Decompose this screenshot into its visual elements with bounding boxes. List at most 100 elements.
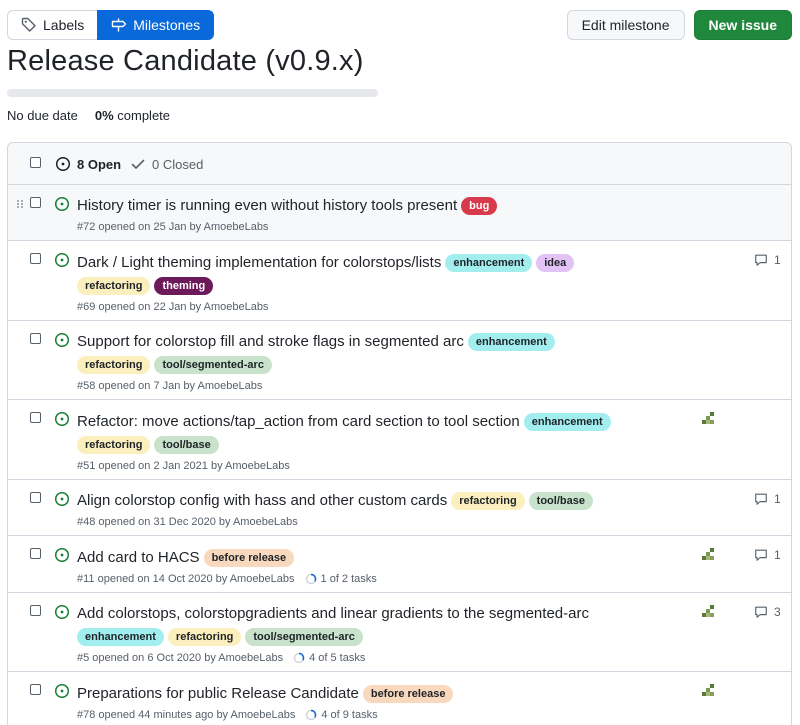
issue-checkbox[interactable] [30, 412, 41, 424]
labels-tab[interactable]: Labels [7, 10, 98, 40]
issue-title-link[interactable]: Support for colorstop fill and stroke fl… [77, 333, 464, 350]
milestones-tab[interactable]: Milestones [97, 10, 215, 40]
issue-title-line: History timer is running even without hi… [77, 194, 632, 217]
issue-meta: #58 opened on 7 Jan by AmoebeLabs [77, 380, 632, 392]
issue-label[interactable]: refactoring [77, 356, 151, 375]
issue-open-icon [54, 604, 70, 619]
issue-checkbox[interactable] [30, 332, 41, 344]
issue-row[interactable]: Dark / Light theming implementation for … [8, 241, 791, 321]
top-bar: Labels Milestones Edit milestone New iss… [7, 10, 792, 40]
issue-content: Refactor: move actions/tap_action from c… [77, 400, 632, 479]
assignee-avatar[interactable] [698, 683, 718, 699]
issue-label[interactable]: tool/segmented-arc [154, 356, 272, 375]
issue-label[interactable]: enhancement [467, 333, 555, 352]
new-issue-button[interactable]: New issue [693, 10, 792, 40]
labels-tab-label: Labels [43, 17, 85, 33]
task-progress-icon [306, 709, 317, 720]
issue-label[interactable]: refactoring [77, 436, 151, 455]
select-all-checkbox[interactable] [30, 157, 41, 168]
issue-content: Dark / Light theming implementation for … [77, 241, 632, 320]
comment-count[interactable]: 1 [754, 253, 781, 267]
issue-title-line: Preparations for public Release Candidat… [77, 681, 632, 704]
issue-row[interactable]: Support for colorstop fill and stroke fl… [8, 321, 791, 401]
issues-list: 8 Open 0 Closed History timer is running… [7, 142, 792, 725]
issue-open-icon [54, 332, 70, 347]
task-progress-text: 4 of 5 tasks [309, 652, 366, 665]
closed-issues-filter[interactable]: 0 Closed [130, 156, 203, 172]
assignee-avatar[interactable] [698, 547, 718, 563]
assignee-avatar[interactable] [698, 411, 718, 427]
task-progress: 4 of 5 tasks [293, 652, 365, 664]
issue-label[interactable]: tool/base [154, 436, 219, 455]
milestone-actions: Edit milestone New issue [566, 10, 792, 40]
issue-label[interactable]: tool/segmented-arc [245, 628, 363, 647]
issue-label[interactable]: tool/base [528, 492, 593, 511]
issue-label[interactable]: refactoring [167, 628, 242, 647]
task-progress-text: 1 of 2 tasks [320, 572, 377, 585]
issue-title-link[interactable]: Add card to HACS [77, 549, 200, 566]
issue-title-link[interactable]: Dark / Light theming implementation for … [77, 254, 441, 271]
issue-content: Preparations for public Release Candidat… [77, 672, 632, 725]
assignee-avatar[interactable] [698, 604, 718, 620]
issue-checkbox[interactable] [30, 253, 41, 265]
issue-title-line: Dark / Light theming implementation for … [77, 250, 632, 297]
issue-label[interactable]: refactoring [77, 276, 151, 295]
issue-content: Add colorstops, colorstopgradients and l… [77, 593, 632, 672]
closed-count: 0 Closed [152, 156, 204, 172]
issue-label[interactable]: before release [362, 684, 454, 703]
issue-title-line: Align colorstop config with hass and oth… [77, 489, 632, 512]
issue-label[interactable]: before release [203, 548, 295, 567]
issue-meta-text: #5 opened on 6 Oct 2020 by AmoebeLabs [77, 652, 284, 665]
issue-title-line: Add colorstops, colorstopgradients and l… [77, 602, 632, 649]
issue-label[interactable]: enhancement [445, 253, 533, 272]
issue-row[interactable]: Add colorstops, colorstopgradients and l… [8, 593, 791, 673]
issue-open-icon [54, 253, 70, 268]
completion-percent: 0% [94, 108, 114, 123]
issue-title-line: Refactor: move actions/tap_action from c… [77, 409, 632, 456]
edit-milestone-button[interactable]: Edit milestone [566, 10, 685, 40]
issue-meta: #72 opened on 25 Jan by AmoebeLabs [77, 221, 632, 233]
comment-count-text: 1 [774, 548, 781, 563]
issue-meta: #11 opened on 14 Oct 2020 by AmoebeLabs 1… [77, 573, 632, 585]
issue-row[interactable]: Align colorstop config with hass and oth… [8, 480, 791, 537]
issue-title-link[interactable]: Refactor: move actions/tap_action from c… [77, 413, 520, 430]
issue-row[interactable]: Add card to HACS before release #11 opened… [8, 536, 791, 593]
issue-row[interactable]: History timer is running even without hi… [8, 185, 791, 242]
issue-checkbox[interactable] [30, 197, 41, 208]
issue-open-icon [54, 492, 70, 507]
issue-label[interactable]: refactoring [451, 492, 525, 511]
due-date: No due date [7, 108, 78, 123]
issue-label[interactable]: bug [461, 197, 498, 216]
check-icon [131, 159, 145, 169]
comment-count[interactable]: 3 [754, 605, 781, 619]
issue-label[interactable]: enhancement [77, 628, 164, 647]
issue-meta-text: #11 opened on 14 Oct 2020 by AmoebeLabs [77, 572, 295, 585]
comment-icon [755, 549, 767, 562]
issue-title-link[interactable]: Add colorstops, colorstopgradients and l… [77, 605, 589, 622]
issue-title-link[interactable]: Preparations for public Release Candidat… [77, 685, 359, 702]
issue-meta: #5 opened on 6 Oct 2020 by AmoebeLabs 4 o… [77, 652, 632, 664]
issue-checkbox[interactable] [30, 492, 41, 504]
issue-checkbox[interactable] [30, 548, 41, 560]
issue-open-icon [54, 684, 70, 699]
issue-meta-text: #69 opened on 22 Jan by AmoebeLabs [77, 300, 269, 313]
issue-label[interactable]: theming [154, 276, 214, 295]
tag-icon [21, 17, 36, 32]
issue-label[interactable]: idea [536, 253, 575, 272]
issue-title-link[interactable]: Align colorstop config with hass and oth… [77, 492, 447, 509]
task-progress-icon [305, 573, 316, 584]
open-issues-filter[interactable]: 8 Open [55, 156, 121, 172]
issue-label[interactable]: enhancement [523, 412, 611, 431]
issue-row[interactable]: Refactor: move actions/tap_action from c… [8, 400, 791, 481]
comment-count-text: 1 [774, 253, 781, 268]
drag-handle-icon[interactable] [16, 199, 24, 209]
issue-checkbox[interactable] [30, 684, 41, 696]
issue-title-link[interactable]: History timer is running even without hi… [77, 197, 457, 214]
issue-meta: #69 opened on 22 Jan by AmoebeLabs [77, 301, 632, 313]
issue-rows: History timer is running even without hi… [8, 185, 791, 725]
issue-checkbox[interactable] [30, 604, 41, 616]
comment-count[interactable]: 1 [754, 492, 781, 506]
comment-count[interactable]: 1 [754, 548, 781, 562]
task-progress-icon [293, 653, 305, 664]
issue-row[interactable]: Preparations for public Release Candidat… [8, 672, 791, 725]
